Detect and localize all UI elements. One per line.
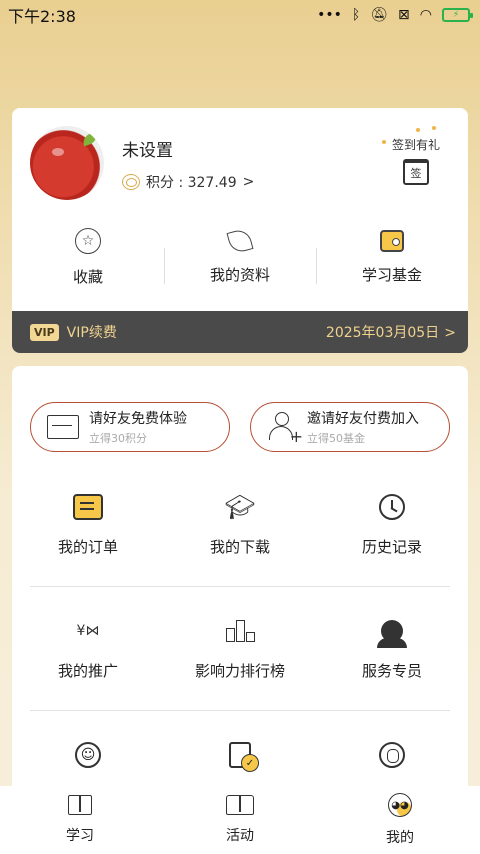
order-icon (73, 492, 103, 522)
menu-label: 我的订单 (57, 538, 118, 556)
star-icon: ☆ (75, 228, 101, 254)
menu-item-tasks[interactable] (164, 740, 316, 772)
quick-label: 学习基金 (361, 266, 422, 284)
vip-renew-bar[interactable]: VIP VIP续费 2025年03月05日 > (12, 311, 468, 353)
mail-icon (47, 415, 79, 439)
menu-label: 服务专员 (361, 662, 422, 680)
tab-label: 学习 (66, 828, 94, 844)
smile-icon: ☺ (73, 740, 103, 770)
coin-stack-icon (122, 174, 140, 190)
bluetooth-icon: ᛒ (351, 7, 361, 23)
invite-title: 邀请好友付费加入 (307, 411, 419, 427)
battery-icon: ⚡ (442, 8, 473, 22)
sparkle (432, 126, 436, 130)
calendar-sign-icon: 签 (403, 159, 429, 185)
ranking-icon (225, 616, 255, 646)
menu-row-3: ☺ (12, 740, 468, 772)
share-icon: ¥⋈ (76, 623, 100, 639)
menu-item-my-promotion[interactable]: ¥⋈ 我的推广 (12, 616, 164, 681)
vip-badge: VIP (30, 323, 59, 341)
divider (30, 586, 450, 587)
agent-icon (377, 616, 407, 648)
apple-leaf (80, 131, 100, 147)
menu-row-1: 我的订单 🎓︎ 我的下载 历史记录 (12, 492, 468, 557)
menu-item-coins[interactable] (316, 740, 468, 770)
menu-item-history[interactable]: 历史记录 (316, 492, 468, 557)
quick-label: 我的资料 (209, 266, 270, 284)
menu-row-2: ¥⋈ 我的推广 影响力排行榜 服务专员 (12, 616, 468, 681)
menu-label: 影响力排行榜 (194, 662, 285, 680)
sparkle (382, 140, 386, 144)
tab-label: 我的 (386, 830, 414, 846)
invite-sub: 立得30积分 (89, 432, 147, 445)
coin-icon (377, 740, 407, 770)
quick-label: 收藏 (72, 268, 103, 286)
invite-sub: 立得50基金 (307, 432, 365, 445)
tab-me[interactable]: ◕◕ 我的 (320, 786, 480, 854)
invite-row: 请好友免费体验 立得30积分 + 邀请好友付费加入 立得50基金 (30, 402, 450, 452)
avatar[interactable] (30, 126, 104, 200)
sparkle (416, 128, 420, 132)
profile-card: 未设置 积分 : 327.49 > 签到有礼 签 ☆ 收藏 我的资料 学习基金 … (12, 108, 468, 353)
book-icon (68, 795, 92, 815)
status-time: 下午2:38 (8, 7, 76, 26)
wallet-icon (380, 230, 404, 252)
menu-item-my-orders[interactable]: 我的订单 (12, 492, 164, 557)
document-check-icon (225, 740, 259, 772)
bottom-tab-bar: 学习 活动 ◕◕ 我的 (0, 786, 480, 854)
menu-item-my-downloads[interactable]: 🎓︎ 我的下载 (164, 492, 316, 557)
chevron-right-icon: > (444, 325, 456, 341)
menu-item-feedback[interactable]: ☺ (12, 740, 164, 770)
points-label: 积分 : 327.49 (146, 175, 237, 191)
main-menu-card: 请好友免费体验 立得30积分 + 邀请好友付费加入 立得50基金 我的订单 🎓︎… (12, 366, 468, 796)
open-book-icon (226, 795, 254, 815)
tab-label: 活动 (226, 828, 254, 844)
invite-text: 邀请好友付费加入 立得50基金 (307, 408, 419, 446)
invite-paid-join-button[interactable]: + 邀请好友付费加入 立得50基金 (250, 402, 450, 452)
me-icon: ◕◕ (388, 793, 412, 817)
leaf-icon (226, 227, 254, 255)
dots-icon: ••• (317, 7, 342, 23)
tab-study[interactable]: 学习 (0, 786, 160, 854)
chevron-right-icon: > (242, 174, 255, 190)
status-icons: ••• ᛒ 🔕︎ ⊠ ◠ ⚡ (317, 7, 473, 23)
vip-renew-label: VIP续费 (66, 325, 117, 341)
graduation-cap-icon: 🎓︎ (224, 493, 256, 521)
user-add-icon: + (267, 412, 303, 446)
checkin-button[interactable]: 签到有礼 签 (376, 126, 456, 185)
quick-item-my-materials[interactable]: 我的资料 (164, 227, 316, 298)
quick-actions: ☆ 收藏 我的资料 学习基金 (12, 227, 468, 298)
quick-item-favorites[interactable]: ☆ 收藏 (12, 228, 164, 298)
invite-free-trial-button[interactable]: 请好友免费体验 立得30积分 (30, 402, 230, 452)
menu-item-influence-ranking[interactable]: 影响力排行榜 (164, 616, 316, 681)
invite-text: 请好友免费体验 立得30积分 (89, 408, 187, 446)
menu-item-service-agent[interactable]: 服务专员 (316, 616, 468, 681)
checkin-label: 签到有礼 (391, 138, 440, 152)
quick-item-study-fund[interactable]: 学习基金 (316, 228, 468, 298)
menu-label: 我的下载 (209, 538, 270, 556)
status-bar: 下午2:38 ••• ᛒ 🔕︎ ⊠ ◠ ⚡ (0, 0, 480, 30)
username[interactable]: 未设置 (122, 136, 173, 161)
sim-off-icon: ⊠ (398, 7, 410, 23)
divider (30, 710, 450, 711)
apple-shine (52, 148, 64, 156)
points-link[interactable]: 积分 : 327.49 > (122, 172, 254, 192)
vip-right: 2025年03月05日 > (326, 322, 456, 342)
invite-title: 请好友免费体验 (89, 411, 187, 427)
menu-label: 我的推广 (57, 662, 118, 680)
tab-activity[interactable]: 活动 (160, 786, 320, 854)
vip-expiry-date: 2025年03月05日 (325, 325, 440, 341)
clock-icon (377, 492, 407, 522)
menu-label: 历史记录 (361, 538, 422, 556)
vip-left: VIP VIP续费 (30, 322, 117, 342)
wifi-icon: ◠ (419, 7, 432, 23)
mute-icon: 🔕︎ (370, 7, 389, 23)
